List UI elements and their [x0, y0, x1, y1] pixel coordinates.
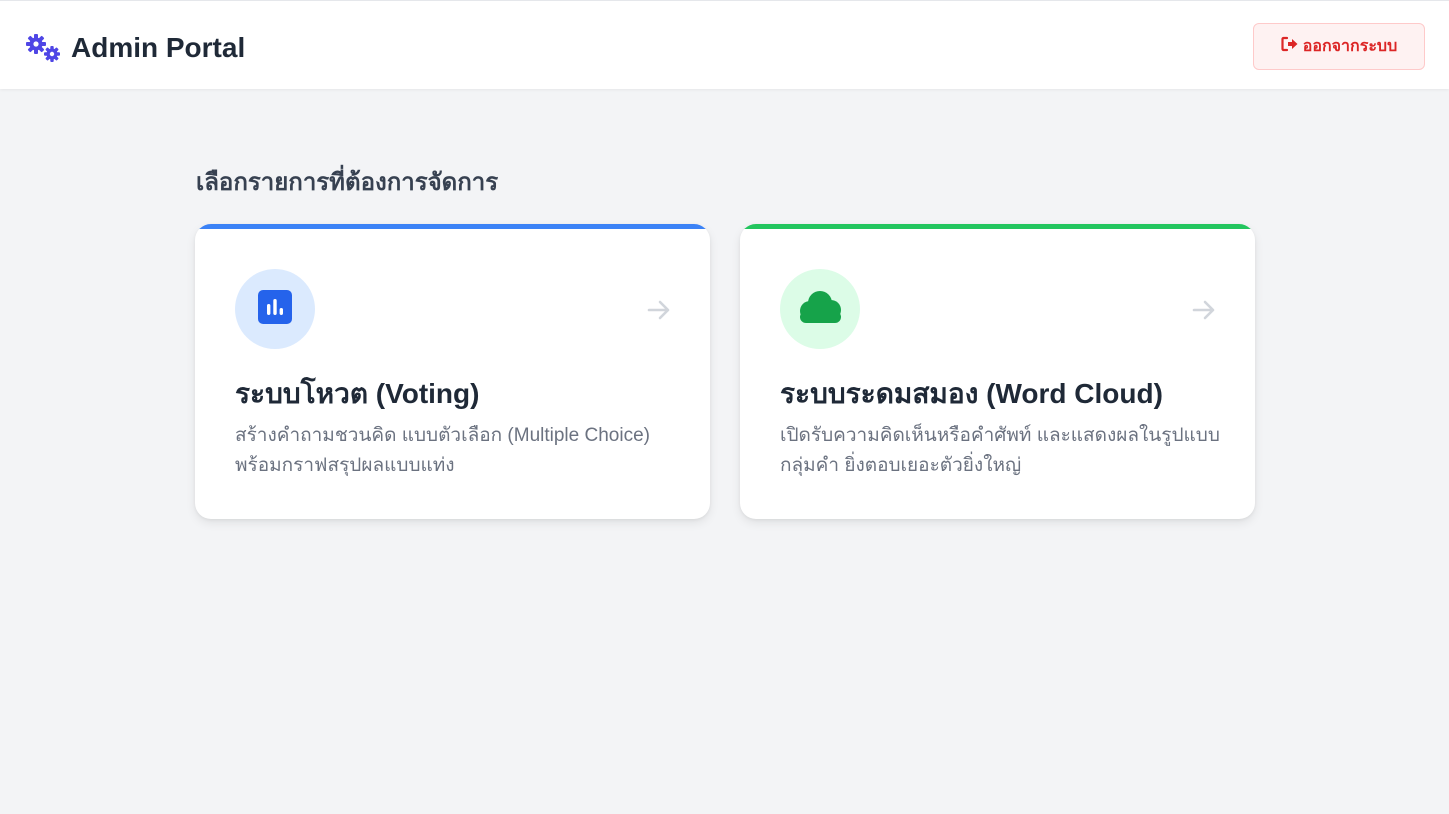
wordcloud-card-description: เปิดรับความคิดเห็นหรือคำศัพท์ และแสดงผลใ… — [780, 425, 1220, 476]
wordcloud-icon-circle — [780, 269, 860, 349]
bar-chart-icon — [258, 289, 292, 329]
wordcloud-card[interactable]: ระบบระดมสมอง (Word Cloud) เปิดรับความคิด… — [740, 224, 1255, 519]
voting-card[interactable]: ระบบโหวต (Voting) สร้างคำถามชวนคิด แบบตั… — [195, 224, 710, 519]
gears-icon — [25, 33, 63, 63]
arrow-right-icon — [1191, 297, 1217, 323]
logout-label: ออกจากระบบ — [1302, 38, 1398, 55]
cloud-icon — [795, 289, 845, 330]
voting-card-title: ระบบโหวต (Voting) — [235, 378, 480, 409]
top-navbar: Admin Portal ออกจากระบบ — [0, 0, 1449, 89]
arrow-right-icon — [646, 297, 672, 323]
brand: Admin Portal — [25, 31, 245, 65]
section-title: เลือกรายการที่ต้องการจัดการ — [196, 169, 499, 196]
wordcloud-card-title: ระบบระดมสมอง (Word Cloud) — [780, 378, 1163, 409]
voting-card-description: สร้างคำถามชวนคิด แบบตัวเลือก (Multiple C… — [235, 425, 650, 476]
voting-icon-circle — [235, 269, 315, 349]
sign-out-icon — [1281, 36, 1303, 57]
logout-button[interactable]: ออกจากระบบ — [1253, 23, 1425, 70]
app-title: Admin Portal — [71, 32, 246, 63]
